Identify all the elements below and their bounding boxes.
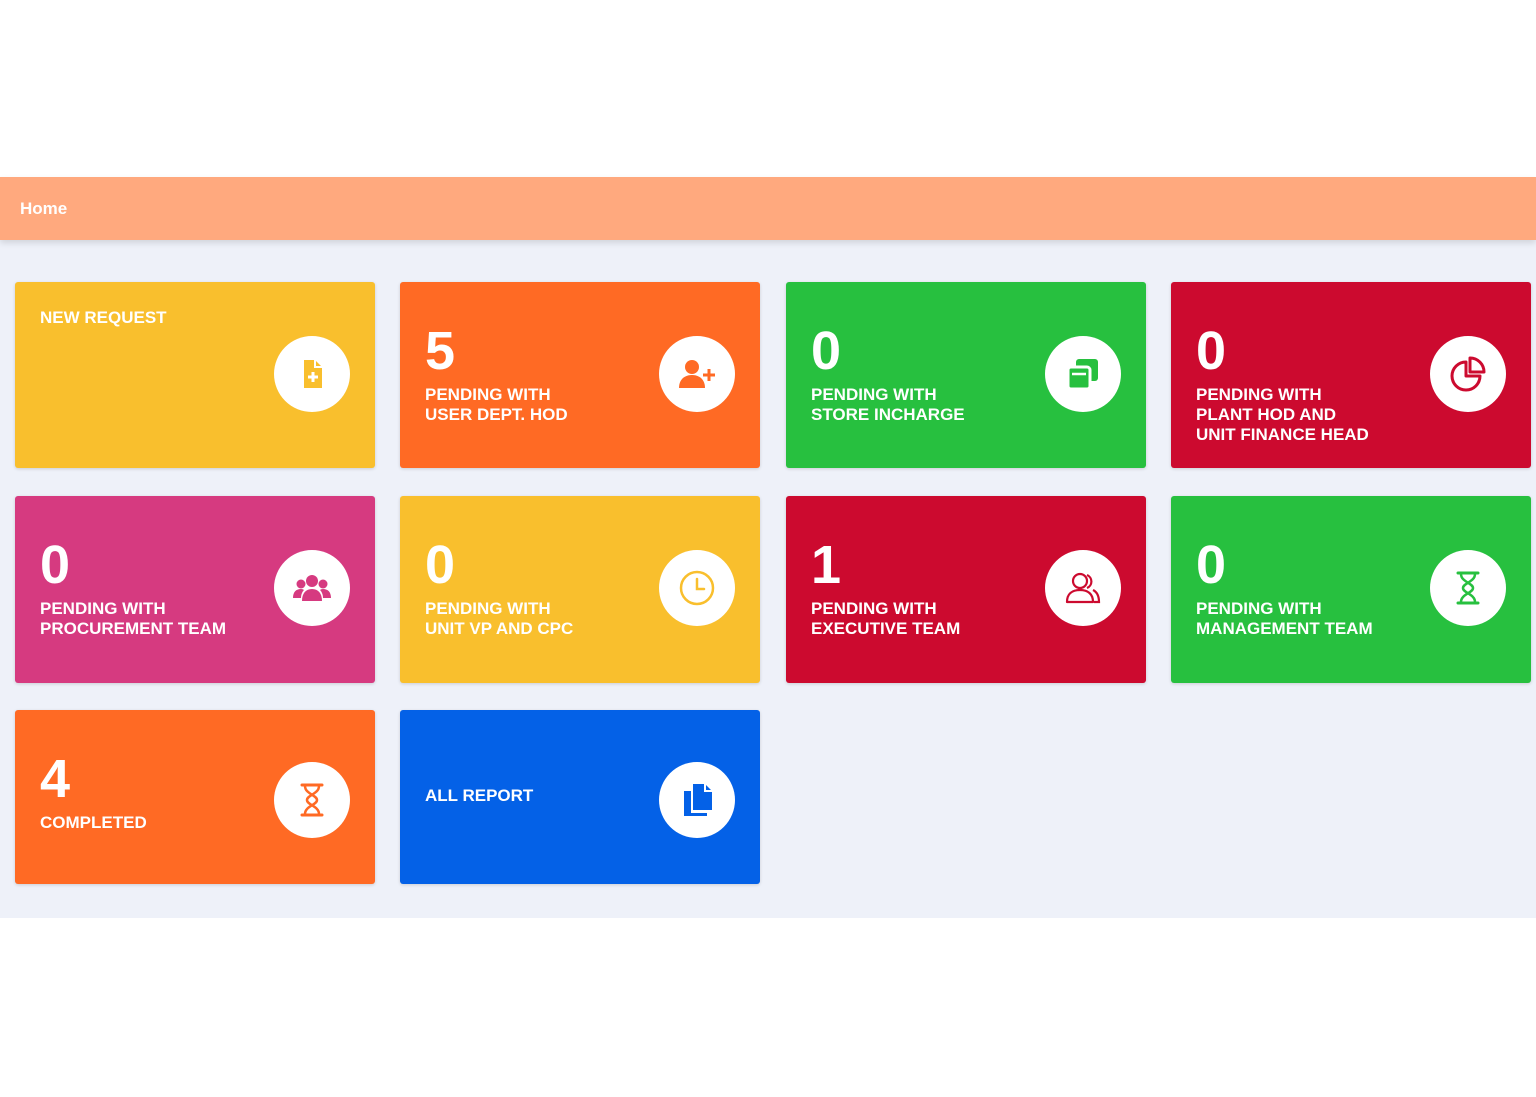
- tile-label: PENDING WITH UNIT VP AND CPC: [425, 599, 574, 638]
- tile-label: PENDING WITH EXECUTIVE TEAM: [811, 599, 961, 638]
- tile-count: 4: [40, 749, 71, 809]
- tile-pending-store-incharge[interactable]: 0 PENDING WITH STORE INCHARGE: [786, 282, 1146, 468]
- tile-label: ALL REPORT: [425, 786, 534, 805]
- tile-count: 0: [811, 321, 842, 381]
- breadcrumb-home[interactable]: Home: [20, 199, 67, 219]
- tile-label: PENDING WITH STORE INCHARGE: [811, 385, 965, 424]
- file-plus-icon: [274, 336, 350, 412]
- clock-icon: [659, 550, 735, 626]
- tile-pending-procurement-team[interactable]: 0 PENDING WITH PROCUREMENT TEAM: [15, 496, 375, 683]
- tile-count: 1: [811, 535, 842, 595]
- tile-label: PENDING WITH PLANT HOD AND UNIT FINANCE …: [1196, 385, 1369, 444]
- breadcrumb-bar: Home: [0, 177, 1536, 240]
- tile-label: NEW REQUEST: [40, 308, 167, 327]
- dashboard-content: NEW REQUEST 5 PENDING WITH USER DEPT. HO…: [0, 240, 1536, 918]
- copy-squares-icon: [1045, 336, 1121, 412]
- tile-count: 5: [425, 321, 456, 381]
- tile-pending-plant-hod-finance[interactable]: 0 PENDING WITH PLANT HOD AND UNIT FINANC…: [1171, 282, 1531, 468]
- tile-pending-user-dept-hod[interactable]: 5 PENDING WITH USER DEPT. HOD: [400, 282, 760, 468]
- tile-label: COMPLETED: [40, 813, 147, 832]
- tile-count: 0: [1196, 535, 1227, 595]
- tile-label: PENDING WITH MANAGEMENT TEAM: [1196, 599, 1373, 638]
- tile-count: 0: [40, 535, 71, 595]
- tile-completed[interactable]: 4 COMPLETED: [15, 710, 375, 884]
- tile-all-report[interactable]: ALL REPORT: [400, 710, 760, 884]
- tile-pending-executive-team[interactable]: 1 PENDING WITH EXECUTIVE TEAM: [786, 496, 1146, 683]
- tile-pending-unit-vp-cpc[interactable]: 0 PENDING WITH UNIT VP AND CPC: [400, 496, 760, 683]
- documents-icon: [659, 762, 735, 838]
- users-group-icon: [274, 550, 350, 626]
- pie-chart-icon: [1430, 336, 1506, 412]
- tile-label: PENDING WITH PROCUREMENT TEAM: [40, 599, 227, 638]
- tile-count: 0: [425, 535, 456, 595]
- tile-count: 0: [1196, 321, 1227, 381]
- hourglass-icon: [1430, 550, 1506, 626]
- hourglass-icon: [274, 762, 350, 838]
- tile-new-request[interactable]: NEW REQUEST: [15, 282, 375, 468]
- tile-pending-management-team[interactable]: 0 PENDING WITH MANAGEMENT TEAM: [1171, 496, 1531, 683]
- user-plus-icon: [659, 336, 735, 412]
- users-outline-icon: [1045, 550, 1121, 626]
- tile-label: PENDING WITH USER DEPT. HOD: [425, 385, 568, 424]
